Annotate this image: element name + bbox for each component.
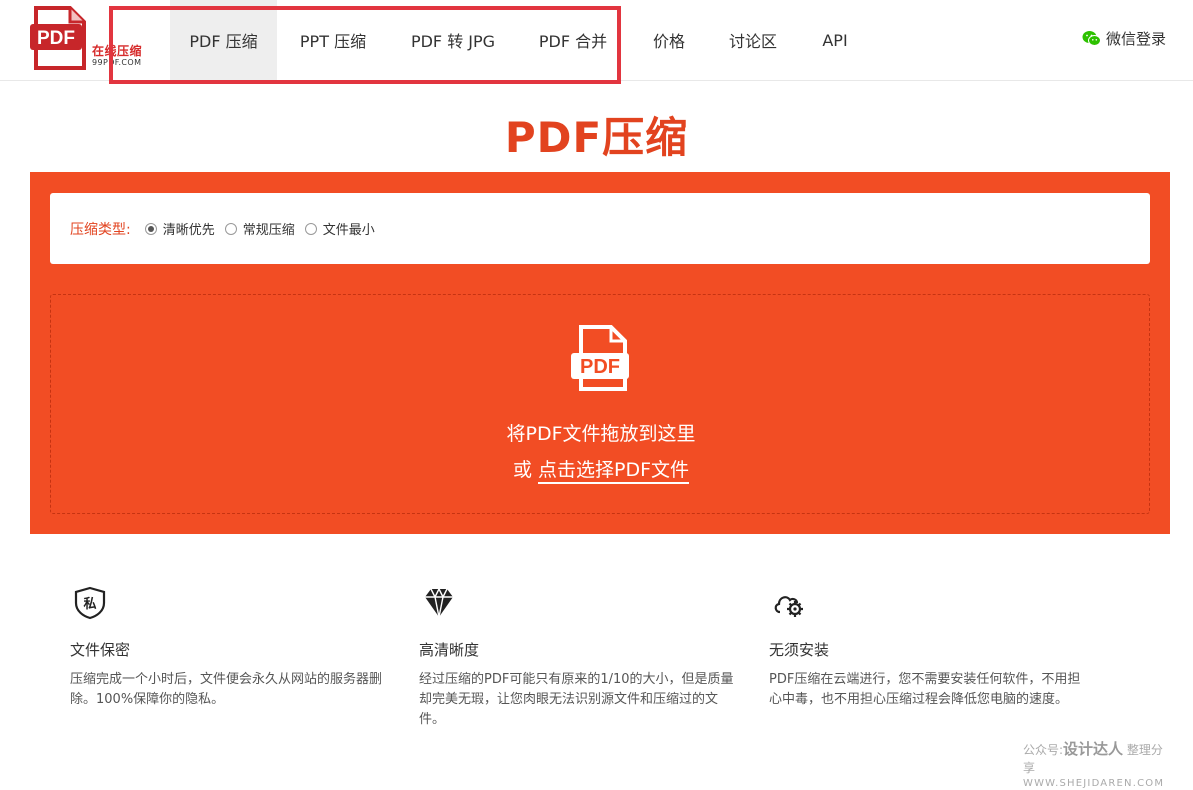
radio-label: 常规压缩 [242,223,295,238]
compress-panel: 压缩类型: 清晰优先 常规压缩 文件最小 PDF 将PDF文件拖放到这里 或 点… [30,172,1170,534]
radio-clarity-first[interactable]: 清晰优先 [144,219,215,238]
watermark: 公众号:设计达人 整理分享 WWW.SHEJIDAREN.COM [1023,738,1173,789]
or-text: 或 [512,459,532,481]
radio-dot-checked[interactable] [144,222,157,235]
file-dropzone[interactable]: PDF 将PDF文件拖放到这里 或 点击选择PDF文件 [50,294,1150,514]
site-logo[interactable]: PDF 在线压缩 99PDF.COM [30,6,152,72]
compression-options: 压缩类型: 清晰优先 常规压缩 文件最小 [50,193,1150,264]
radio-label: 文件最小 [322,223,375,238]
nav-item-ppt-compress[interactable]: PPT 压缩 [277,0,389,80]
login-label: 微信登录 [1106,30,1167,48]
nav-item-pricing[interactable]: 价格 [629,0,709,80]
top-header: PDF 在线压缩 99PDF.COM PDF 压缩 PPT 压缩 PDF 转 J… [0,0,1193,81]
wechat-login-button[interactable]: 微信登录 [1082,28,1166,49]
cloud-gear-icon [774,596,803,617]
radio-label: 清晰优先 [162,223,215,238]
nav-item-pdf-to-jpg[interactable]: PDF 转 JPG [389,0,517,80]
dropzone-subtext: 或 点击选择PDF文件 [51,455,1151,484]
feature-title: 文件保密 [70,641,131,659]
dropzone-text: 将PDF文件拖放到这里 [506,423,696,445]
feature-clarity: 高清晰度 经过压缩的PDF可能只有原来的1/10的大小，但是质量却完美无瑕，让您… [419,585,737,730]
nav-item-pdf-merge[interactable]: PDF 合并 [517,0,629,80]
radio-dot[interactable] [224,222,237,235]
pdf-icon-text: PDF [580,356,620,378]
feature-desc: 经过压缩的PDF可能只有原来的1/10的大小，但是质量却完美无瑕，让您肉眼无法识… [419,672,734,727]
feature-privacy: 私 文件保密 压缩完成一个小时后，文件便会永久从网站的服务器删除。100%保障你… [70,585,390,710]
radio-dot[interactable] [304,222,317,235]
feature-title: 高清晰度 [419,641,480,659]
main-nav: PDF 压缩 PPT 压缩 PDF 转 JPG PDF 合并 价格 讨论区 AP… [170,0,873,80]
privacy-shield-icon: 私 [74,586,106,620]
logo-domain: 99PDF.COM [92,58,142,67]
feature-desc: PDF压缩在云端进行，您不需要安装任何软件，不用担心中毒，也不用担心压缩过程会降… [769,672,1081,707]
watermark-url: WWW.SHEJIDAREN.COM [1023,778,1165,789]
nav-item-api[interactable]: API [797,0,873,80]
privacy-icon-text: 私 [83,596,96,612]
feature-no-install: 无须安装 PDF压缩在云端进行，您不需要安装任何软件，不用担心中毒，也不用担心压… [769,585,1087,710]
wechat-icon [1082,31,1101,46]
feature-title: 无须安装 [769,641,830,659]
nav-item-pdf-compress[interactable]: PDF 压缩 [170,0,277,80]
pdf-file-icon: PDF [571,325,629,391]
nav-item-forum[interactable]: 讨论区 [709,0,797,80]
page-title: PDF压缩 [504,113,689,162]
watermark-line: 公众号:设计达人 整理分享 [1023,738,1173,776]
diamond-icon [425,587,453,618]
logo-mark-text: PDF [37,28,75,49]
pdf-logo-icon: PDF [30,6,86,70]
watermark-brand: 设计达人 [1063,740,1124,758]
logo-subtitle: 在线压缩 [92,44,143,58]
feature-desc: 压缩完成一个小时后，文件便会永久从网站的服务器删除。100%保障你的隐私。 [70,672,383,707]
select-file-link[interactable]: 点击选择PDF文件 [538,459,690,484]
watermark-prefix: 公众号: [1023,743,1064,757]
radio-normal[interactable]: 常规压缩 [224,219,295,238]
radio-smallest[interactable]: 文件最小 [304,219,375,238]
compression-type-label: 压缩类型: [70,221,131,238]
